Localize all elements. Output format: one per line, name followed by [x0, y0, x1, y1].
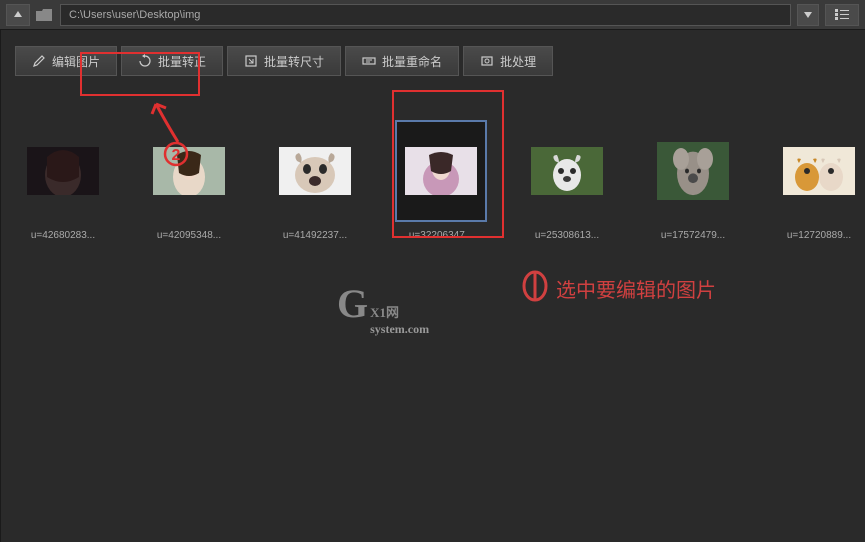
batch-rename-button[interactable]: 批量重命名: [345, 46, 459, 76]
folder-icon: [36, 8, 54, 22]
path-dropdown[interactable]: [797, 4, 819, 26]
thumbnail-image: [783, 147, 855, 195]
up-arrow-icon: [12, 9, 24, 21]
path-text: C:\Users\user\Desktop\img: [69, 9, 200, 21]
view-options-button[interactable]: [825, 4, 859, 26]
thumbnail-label: u=41492237...: [283, 230, 347, 241]
thumbnail-item[interactable]: u=42095348...: [141, 120, 237, 241]
pencil-icon: [32, 54, 46, 68]
edit-image-label: 编辑图片: [52, 53, 100, 70]
thumbnail-label: u=42680283...: [31, 230, 95, 241]
thumbnail-image: [657, 142, 729, 200]
thumbnail-image: [279, 147, 351, 195]
up-button[interactable]: [6, 4, 30, 26]
batch-rotate-label: 批量转正: [158, 53, 206, 70]
thumbnail-item[interactable]: u=41492237...: [267, 120, 363, 241]
watermark: G X1网 system.com: [337, 280, 429, 337]
batch-resize-button[interactable]: 批量转尺寸: [227, 46, 341, 76]
batch-process-label: 批处理: [500, 53, 536, 70]
thumbnail-item[interactable]: u=25308613...: [519, 120, 615, 241]
thumbnail-image: [27, 147, 99, 195]
rotate-icon: [138, 54, 152, 68]
thumbnail-label: u=32206347...: [409, 230, 473, 241]
thumbnail-label: u=42095348...: [157, 230, 221, 241]
thumbnail-item[interactable]: u=42680283...: [15, 120, 111, 241]
address-bar: C:\Users\user\Desktop\img: [0, 0, 865, 30]
thumbnail-image: [153, 147, 225, 195]
thumbnail-item[interactable]: u=17572479...: [645, 120, 741, 241]
content-area: 编辑图片 批量转正 批量转尺寸 批量重命名: [1, 30, 865, 542]
batch-resize-label: 批量转尺寸: [264, 53, 324, 70]
toolbar: 编辑图片 批量转正 批量转尺寸 批量重命名: [1, 46, 865, 90]
batch-rename-label: 批量重命名: [382, 53, 442, 70]
edit-image-button[interactable]: 编辑图片: [15, 46, 117, 76]
thumbnail-item-selected[interactable]: u=32206347...: [393, 120, 489, 241]
rename-icon: [362, 54, 376, 68]
thumbnail-label: u=12720889...: [787, 230, 851, 241]
batch-rotate-button[interactable]: 批量转正: [121, 46, 223, 76]
list-icon: [835, 9, 849, 21]
chevron-down-icon: [804, 12, 812, 18]
thumbnail-image: [405, 147, 477, 195]
thumbnail-image: [531, 147, 603, 195]
batch-process-button[interactable]: 批处理: [463, 46, 553, 76]
thumbnail-grid: u=42680283... u=42095348... u=41492237..…: [1, 90, 865, 241]
thumbnail-item[interactable]: u=12720889...: [771, 120, 865, 241]
resize-icon: [244, 54, 258, 68]
thumbnail-label: u=17572479...: [661, 230, 725, 241]
main-area: Box 编辑图片 批量转正 批量转尺寸: [0, 30, 865, 542]
path-display[interactable]: C:\Users\user\Desktop\img: [60, 4, 791, 26]
process-icon: [480, 54, 494, 68]
thumbnail-label: u=25308613...: [535, 230, 599, 241]
